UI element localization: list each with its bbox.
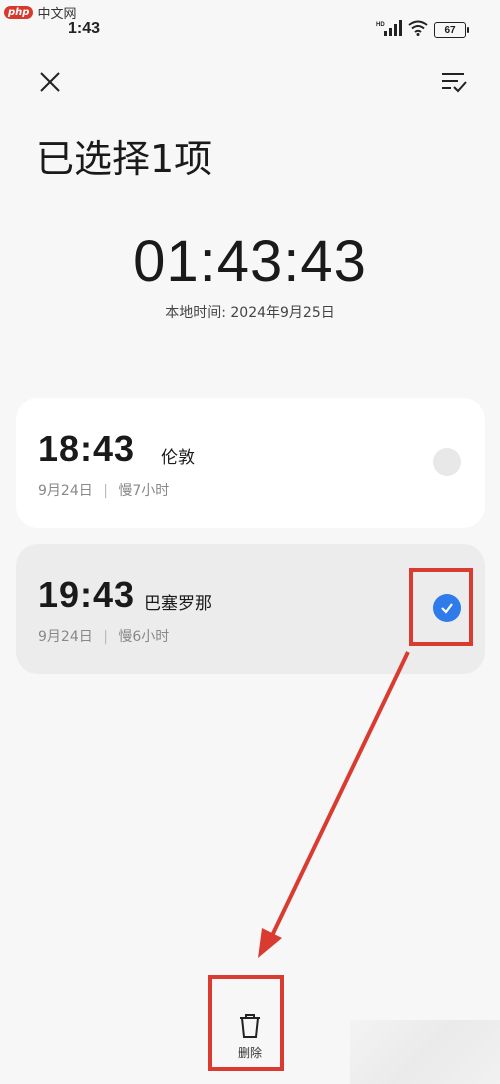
annotation-arrow [258, 651, 410, 958]
trash-icon [240, 1014, 260, 1038]
corner-watermark-area [350, 1020, 500, 1084]
delete-label: 删除 [237, 1046, 262, 1060]
delete-button[interactable]: 删除 [224, 1012, 276, 1070]
